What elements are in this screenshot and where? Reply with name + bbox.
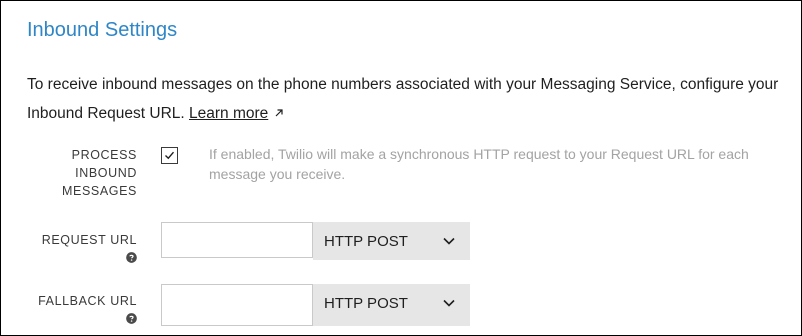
process-inbound-checkbox[interactable]: [161, 147, 178, 164]
inbound-settings-panel: Inbound Settings To receive inbound mess…: [0, 0, 802, 336]
checkmark-icon: [165, 151, 175, 160]
request-url-input[interactable]: [161, 222, 313, 258]
chevron-down-icon: [443, 299, 455, 307]
fallback-url-label: FALLBACK URL: [38, 294, 137, 308]
fallback-url-input[interactable]: [161, 284, 313, 326]
request-method-select[interactable]: HTTP POST: [313, 222, 470, 260]
question-circle-icon[interactable]: [126, 252, 137, 263]
external-link-icon: [275, 109, 283, 117]
process-inbound-hint: If enabled, Twilio will make a synchrono…: [209, 146, 749, 182]
question-circle-icon[interactable]: [126, 313, 137, 324]
request-method-value: HTTP POST: [324, 233, 408, 250]
description-text: To receive inbound messages on the phone…: [27, 76, 779, 122]
request-url-label-group: REQUEST URL: [1, 231, 137, 263]
learn-more-link[interactable]: Learn more: [189, 105, 284, 122]
fallback-url-label-group: FALLBACK URL: [1, 292, 137, 324]
fallback-method-value: HTTP POST: [324, 295, 408, 312]
section-title: Inbound Settings: [27, 19, 178, 41]
process-inbound-label: PROCESS INBOUND MESSAGES: [62, 148, 137, 198]
fallback-method-select[interactable]: HTTP POST: [313, 284, 470, 326]
request-url-label: REQUEST URL: [41, 233, 137, 247]
section-description: To receive inbound messages on the phone…: [27, 70, 787, 128]
learn-more-label: Learn more: [189, 105, 269, 122]
chevron-down-icon: [443, 237, 455, 245]
